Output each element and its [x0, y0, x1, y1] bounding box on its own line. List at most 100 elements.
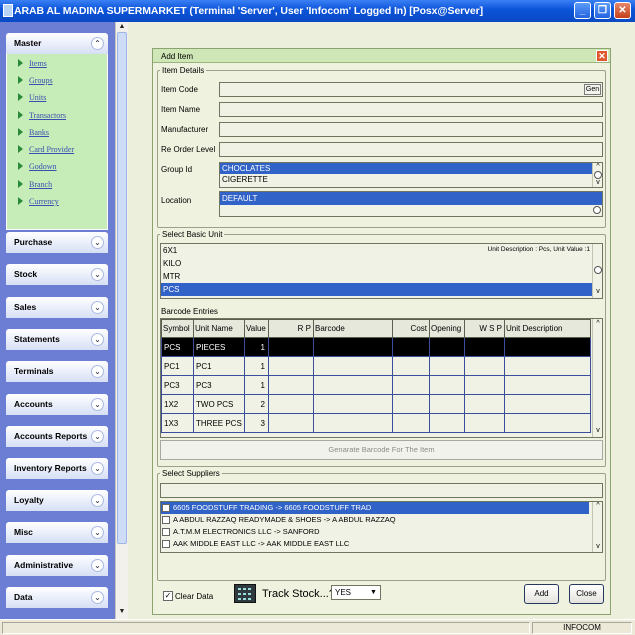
cell-unit-description[interactable]	[504, 356, 591, 376]
cell-barcode[interactable]	[313, 337, 393, 357]
nav-item-units[interactable]: Units	[18, 93, 46, 103]
nav-item-groups[interactable]: Groups	[18, 76, 53, 86]
col-unit-description[interactable]: Unit Description	[504, 319, 591, 338]
nav-group-purchase[interactable]: Purchase ⌄	[6, 232, 108, 253]
scroll-up-arrow-icon[interactable]: ^	[594, 163, 602, 171]
nav-item-branch[interactable]: Branch	[18, 180, 52, 190]
cell-unit-description[interactable]	[504, 337, 591, 357]
chevron-down-icon[interactable]: ⌄	[91, 462, 104, 475]
clear-data-checkbox[interactable]: ✓	[163, 591, 173, 601]
dialog-close-icon[interactable]: ✕	[596, 50, 608, 62]
supplier-row[interactable]: A.T.M.M ELECTRONICS LLC -> SANFORD	[161, 526, 589, 538]
supplier-search-field[interactable]	[160, 483, 603, 498]
unit-option[interactable]: PCS	[161, 283, 602, 296]
group-option[interactable]: CIGERETTE	[220, 174, 602, 185]
barcode-grid[interactable]: Symbol Unit Name Value R P Barcode Cost …	[160, 318, 603, 438]
cell-cost[interactable]	[392, 375, 430, 395]
cell-unit-name[interactable]: THREE PCS	[193, 413, 245, 433]
basic-unit-list[interactable]: 6X1 KILO MTR PCS Unit Description : Pcs,…	[160, 243, 603, 299]
nav-group-terminals[interactable]: Terminals ⌄	[6, 361, 108, 382]
chevron-up-icon[interactable]: ⌃	[91, 37, 104, 50]
cell-rp[interactable]	[268, 337, 314, 357]
location-list-scrollbar[interactable]	[592, 192, 602, 216]
cell-symbol[interactable]: PC3	[161, 375, 194, 395]
scroll-down-arrow-icon[interactable]: ▼	[118, 608, 126, 616]
cell-value[interactable]: 1	[244, 375, 269, 395]
nav-header-master[interactable]: Master ⌃	[6, 33, 108, 54]
table-row[interactable]: 1X3 THREE PCS 3	[161, 413, 591, 433]
cell-barcode[interactable]	[313, 394, 393, 414]
cell-barcode[interactable]	[313, 375, 393, 395]
suppliers-list[interactable]: 6605 FOODSTUFF TRADING -> 6605 FOODSTUFF…	[160, 501, 603, 553]
location-option[interactable]: DEFAULT	[220, 192, 602, 205]
unit-option[interactable]: MTR	[161, 270, 602, 283]
cell-wsp[interactable]	[464, 356, 505, 376]
chevron-down-icon[interactable]: ⌄	[91, 494, 104, 507]
cell-wsp[interactable]	[464, 394, 505, 414]
group-list-scrollbar[interactable]: ^ v	[592, 163, 602, 187]
nav-group-misc[interactable]: Misc ⌄	[6, 522, 108, 543]
cell-symbol[interactable]: PCS	[161, 337, 194, 357]
item-code-field[interactable]: Gen	[219, 82, 603, 97]
nav-group-statements[interactable]: Statements ⌄	[6, 329, 108, 350]
nav-group-stock[interactable]: Stock ⌄	[6, 264, 108, 285]
maximize-button[interactable]: ❐	[594, 2, 611, 19]
scroll-down-arrow-icon[interactable]: v	[594, 288, 602, 296]
cell-cost[interactable]	[392, 394, 430, 414]
scroll-thumb-icon[interactable]	[594, 266, 602, 274]
cell-barcode[interactable]	[313, 356, 393, 376]
nav-scrollbar[interactable]: ▲ ▼	[115, 22, 128, 619]
scroll-up-arrow-icon[interactable]: ▲	[118, 23, 126, 31]
nav-item-card-provider[interactable]: Card Provider	[18, 145, 74, 155]
scroll-down-arrow-icon[interactable]: v	[594, 543, 602, 551]
table-row[interactable]: PCS PIECES 1	[161, 337, 591, 357]
cell-cost[interactable]	[392, 356, 430, 376]
supplier-row[interactable]: 6605 FOODSTUFF TRADING -> 6605 FOODSTUFF…	[161, 502, 589, 514]
cell-wsp[interactable]	[464, 337, 505, 357]
nav-item-items[interactable]: Items	[18, 59, 47, 69]
cell-value[interactable]: 2	[244, 394, 269, 414]
cell-unit-name[interactable]: TWO PCS	[193, 394, 245, 414]
cell-rp[interactable]	[268, 356, 314, 376]
cell-unit-name[interactable]: PC1	[193, 356, 245, 376]
nav-group-inventory-reports[interactable]: Inventory Reports ⌄	[6, 458, 108, 479]
chevron-down-icon[interactable]: ⌄	[91, 398, 104, 411]
unit-option[interactable]: KILO	[161, 257, 602, 270]
col-rp[interactable]: R P	[268, 319, 314, 338]
cell-value[interactable]: 1	[244, 337, 269, 357]
close-window-button[interactable]: ✕	[614, 2, 631, 19]
reorder-level-field[interactable]	[219, 142, 603, 157]
add-button[interactable]: Add	[524, 584, 559, 604]
chevron-down-icon[interactable]: ⌄	[91, 430, 104, 443]
cell-value[interactable]: 1	[244, 356, 269, 376]
cell-opening[interactable]	[429, 394, 465, 414]
scroll-up-arrow-icon[interactable]: ^	[594, 502, 602, 510]
col-barcode[interactable]: Barcode	[313, 319, 393, 338]
table-row[interactable]: PC3 PC3 1	[161, 375, 591, 395]
chevron-down-icon[interactable]: ⌄	[91, 333, 104, 346]
cell-unit-description[interactable]	[504, 413, 591, 433]
cell-unit-description[interactable]	[504, 394, 591, 414]
cell-unit-name[interactable]: PC3	[193, 375, 245, 395]
supplier-row[interactable]: AAK MIDDLE EAST LLC -> AAK MIDDLE EAST L…	[161, 538, 589, 550]
nav-scroll-thumb[interactable]	[117, 32, 127, 544]
cell-symbol[interactable]: 1X3	[161, 413, 194, 433]
nav-item-banks[interactable]: Banks	[18, 128, 49, 138]
chevron-down-icon[interactable]: ⌄	[91, 591, 104, 604]
close-button[interactable]: Close	[569, 584, 604, 604]
suppliers-scrollbar[interactable]: ^ v	[592, 502, 602, 552]
nav-group-administrative[interactable]: Administrative ⌄	[6, 555, 108, 576]
unit-list-scrollbar[interactable]: v	[592, 244, 602, 298]
scroll-thumb-icon[interactable]	[593, 206, 601, 214]
barcode-grid-scrollbar[interactable]: ^ v	[592, 319, 602, 437]
cell-opening[interactable]	[429, 337, 465, 357]
minimize-button[interactable]: _	[574, 2, 591, 19]
supplier-checkbox[interactable]	[162, 516, 170, 524]
table-row[interactable]: 1X2 TWO PCS 2	[161, 394, 591, 414]
scroll-thumb-icon[interactable]	[594, 171, 602, 179]
col-wsp[interactable]: W S P	[464, 319, 505, 338]
manufacturer-field[interactable]	[219, 122, 603, 137]
cell-rp[interactable]	[268, 375, 314, 395]
chevron-down-icon[interactable]: ⌄	[91, 301, 104, 314]
chevron-down-icon[interactable]: ⌄	[91, 559, 104, 572]
